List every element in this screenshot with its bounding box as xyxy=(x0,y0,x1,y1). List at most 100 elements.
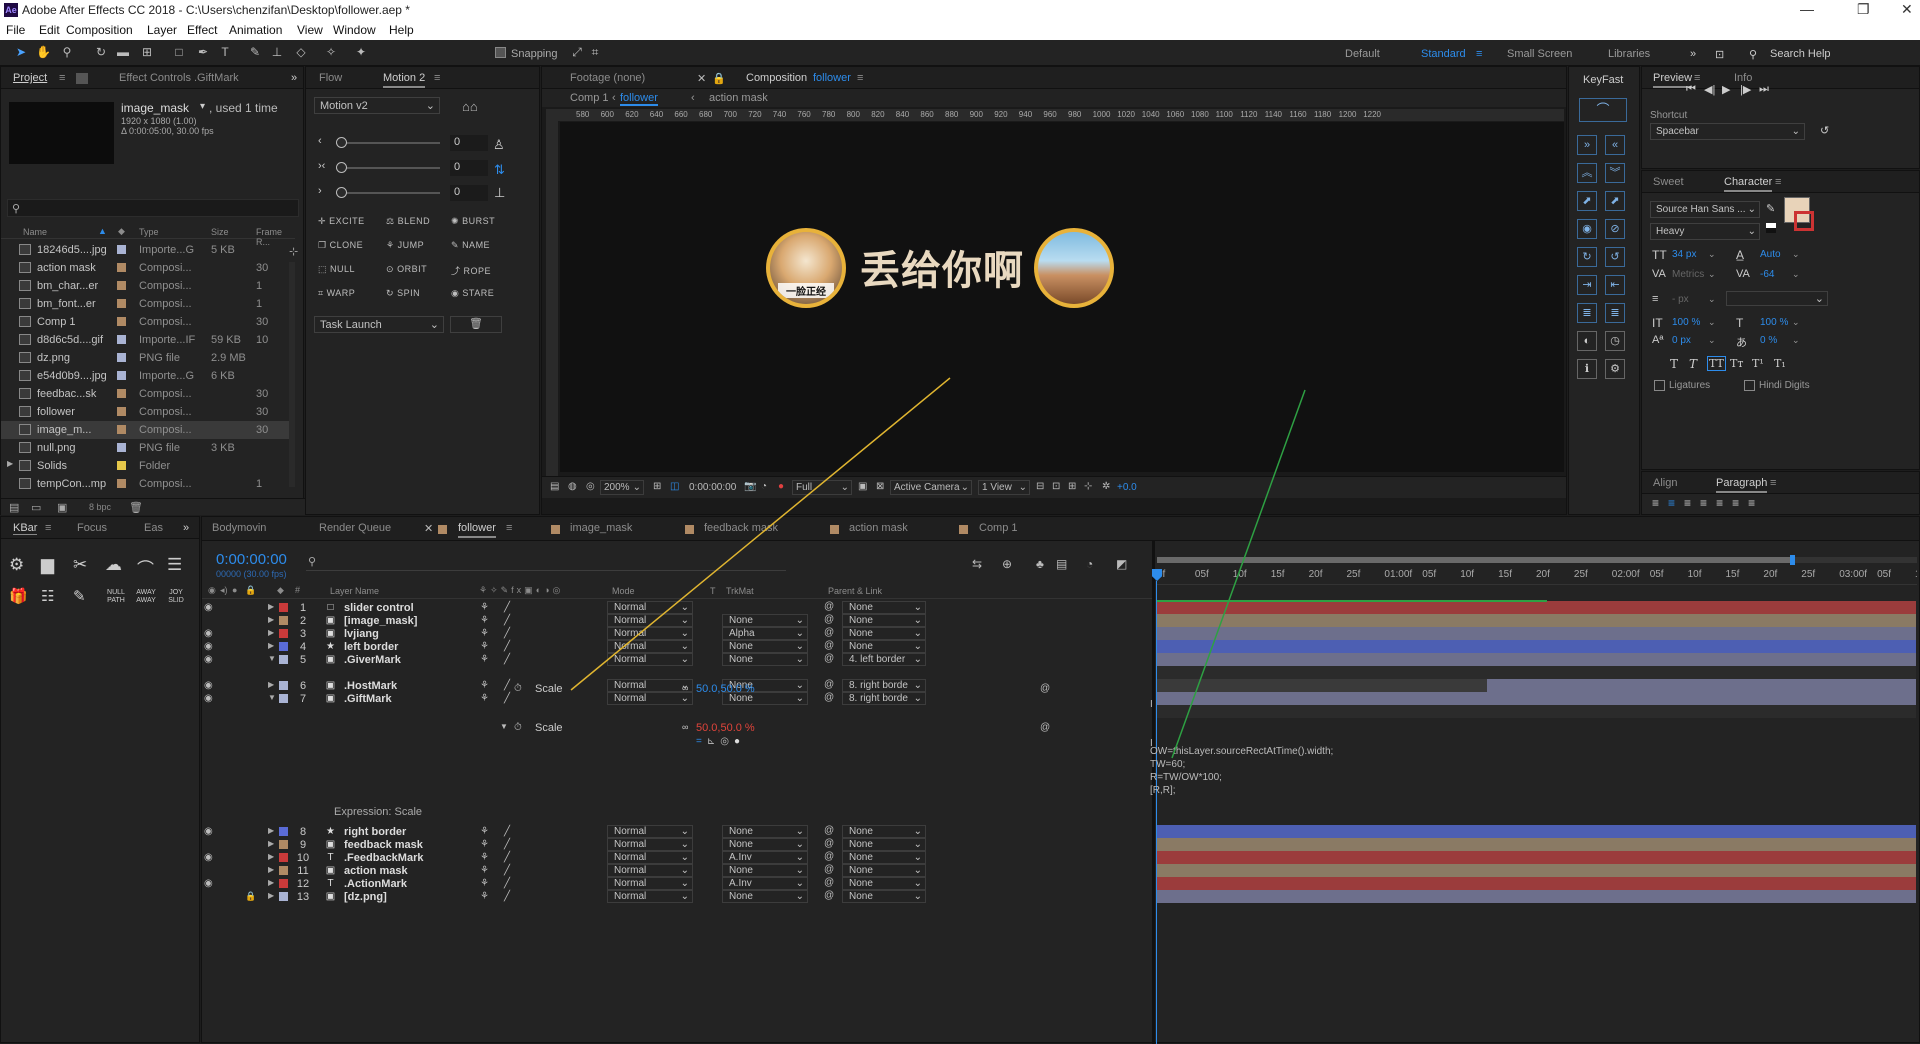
kf-toggle-icon[interactable]: ◐ xyxy=(1577,331,1597,351)
composition-menu-icon[interactable]: ≡ xyxy=(857,72,863,84)
align-left-icon[interactable]: ≡ xyxy=(1652,496,1668,510)
tab-footage[interactable]: Footage (none) xyxy=(570,72,645,84)
col-mode[interactable]: Mode xyxy=(612,586,635,596)
timeline-menu-icon[interactable]: ≡ xyxy=(506,522,512,534)
roto-brush-tool-icon[interactable]: ✧ xyxy=(324,45,338,59)
item-label-swatch[interactable] xyxy=(117,245,126,254)
project-item[interactable]: follower Composi... 30 xyxy=(1,403,295,421)
warp-button[interactable]: ⌗ WARP xyxy=(318,288,355,299)
play-icon[interactable]: ▶ xyxy=(1722,83,1730,96)
faux-bold-icon[interactable]: T xyxy=(1670,357,1678,371)
stare-button[interactable]: ◉ STARE xyxy=(451,288,494,299)
item-label-swatch[interactable] xyxy=(117,389,126,398)
workspace-libraries[interactable]: Libraries xyxy=(1608,48,1650,60)
grid-icon[interactable]: ⊞ xyxy=(653,481,661,492)
layer-duration-bar[interactable] xyxy=(1157,653,1916,666)
ligatures-checkbox[interactable] xyxy=(1654,380,1665,391)
minimize-icon[interactable]: — xyxy=(1800,1,1814,17)
tab-render-queue[interactable]: Render Queue xyxy=(319,522,391,534)
project-item[interactable]: action mask Composi... 30 xyxy=(1,259,295,277)
horizontal-scale-value[interactable]: 100 % xyxy=(1760,317,1788,328)
current-time[interactable]: 0:00:00:00 xyxy=(689,482,736,493)
reset-exposure-icon[interactable]: ✲ xyxy=(1102,481,1110,492)
layer-duration-bar[interactable] xyxy=(1157,825,1916,838)
tsume-value[interactable]: 0 % xyxy=(1760,335,1777,346)
anchor-center-icon[interactable]: ⇅ xyxy=(494,162,505,178)
crumb-action-mask[interactable]: action mask xyxy=(709,92,768,104)
layer-search-input[interactable]: ⚲ xyxy=(306,555,786,571)
project-item[interactable]: ▶ Solids Folder xyxy=(1,457,295,475)
all-caps-icon[interactable]: TT xyxy=(1707,356,1726,371)
exposure-value[interactable]: +0.0 xyxy=(1117,482,1137,493)
safe-zones-icon[interactable]: ◎ xyxy=(586,481,595,492)
burst-button[interactable]: ✺ BURST xyxy=(451,216,495,227)
snapshot-icon[interactable]: 📷 xyxy=(744,481,756,492)
kf-rotate-icon[interactable]: ↻ xyxy=(1577,247,1597,267)
chevron-down-icon[interactable]: ⌄ xyxy=(1792,269,1800,280)
col-layer-name[interactable]: Layer Name xyxy=(330,586,379,596)
font-family-select[interactable]: Source Han Sans ... ⌄ xyxy=(1650,201,1760,218)
ease-curve-button[interactable]: ⌒ xyxy=(1579,98,1627,122)
video-switch-icon[interactable]: ◉ xyxy=(208,585,216,596)
menu-layer[interactable]: Layer xyxy=(147,23,177,37)
layer-duration-bar[interactable] xyxy=(1157,627,1916,640)
pan-behind-tool-icon[interactable]: ⊞ xyxy=(140,45,154,59)
flowchart-icon[interactable]: ⊹ xyxy=(1084,481,1092,492)
snap-options-icon[interactable]: ⤢ xyxy=(570,45,584,59)
item-label-swatch[interactable] xyxy=(117,281,126,290)
vertical-scale-value[interactable]: 100 % xyxy=(1672,317,1700,328)
justify-left-icon[interactable]: ≡ xyxy=(1700,496,1716,510)
kf-graph2-icon[interactable]: ⬈ xyxy=(1605,191,1625,211)
layer-duration-bar[interactable] xyxy=(1157,692,1916,705)
tab-feedback-mask[interactable]: feedback mask xyxy=(704,522,778,534)
chevron-down-icon[interactable]: ⌄ xyxy=(1708,335,1716,346)
item-label-swatch[interactable] xyxy=(117,479,126,488)
null-button[interactable]: ⬚ NULL xyxy=(318,264,355,275)
audio-switch-icon[interactable]: ◂) xyxy=(220,585,228,596)
kf-hidden-icon[interactable]: ⊘ xyxy=(1605,219,1625,239)
project-item[interactable]: image_m... Composi... 30 xyxy=(1,421,295,439)
kf-time-icon[interactable]: ◷ xyxy=(1605,331,1625,351)
item-label-swatch[interactable] xyxy=(117,335,126,344)
project-item[interactable]: e54d0b9....jpg Importe...G 6 KB xyxy=(1,367,295,385)
eraser-tool-icon[interactable]: ◇ xyxy=(294,45,308,59)
item-label-swatch[interactable] xyxy=(117,425,126,434)
crumb-comp1[interactable]: Comp 1 xyxy=(570,92,609,104)
close-tab-icon[interactable]: ✕ xyxy=(697,72,706,85)
col-name[interactable]: Name xyxy=(23,227,47,237)
layer-duration-bar[interactable] xyxy=(1157,877,1916,890)
col-parent[interactable]: Parent & Link xyxy=(828,586,882,596)
crumb-follower[interactable]: follower xyxy=(620,92,658,106)
chevron-down-icon[interactable]: ⌄ xyxy=(1708,317,1716,328)
scissors-icon[interactable]: ✂ xyxy=(73,555,87,575)
tab-character[interactable]: Character xyxy=(1724,176,1773,192)
comp-canvas[interactable]: 一脸正经 丢给你啊 xyxy=(560,122,1564,472)
slider2-value[interactable]: 0 xyxy=(450,160,488,176)
align-right-icon[interactable]: ≡ xyxy=(1684,496,1700,510)
panel-overflow-icon[interactable]: » xyxy=(183,522,189,534)
menu-help[interactable]: Help xyxy=(389,23,414,37)
time-ruler[interactable]: 0f05f10f15f20f25f01:00f05f10f15f20f25f02… xyxy=(1157,565,1917,585)
subscript-icon[interactable]: T₁ xyxy=(1774,357,1786,370)
chevron-down-icon[interactable]: ⌄ xyxy=(1708,249,1716,260)
interpret-footage-icon[interactable]: ▤ xyxy=(9,501,19,514)
kf-ease-out-icon[interactable]: « xyxy=(1605,135,1625,155)
rotate-tool-icon[interactable]: ↻ xyxy=(94,45,108,59)
project-item[interactable]: 18246d5....jpg Importe...G 5 KB xyxy=(1,241,295,259)
prev-frame-icon[interactable]: ◀| xyxy=(1704,83,1715,96)
region-of-interest-icon[interactable]: ▣ xyxy=(858,481,867,492)
black-white-swap-icon[interactable] xyxy=(1766,223,1776,233)
slider1-track[interactable] xyxy=(336,142,440,144)
menu-animation[interactable]: Animation xyxy=(229,23,282,37)
layer-duration-bar[interactable] xyxy=(1157,601,1916,614)
always-preview-icon[interactable]: ▤ xyxy=(550,481,559,492)
project-item[interactable]: dz.png PNG file 2.9 MB xyxy=(1,349,295,367)
tab-bodymovin[interactable]: Bodymovin xyxy=(212,522,266,534)
menu-edit[interactable]: Edit xyxy=(39,23,60,37)
rope-button[interactable]: ⤴ ROPE xyxy=(451,264,491,277)
menu-view[interactable]: View xyxy=(297,23,323,37)
workspace-standard[interactable]: Standard xyxy=(1421,48,1466,60)
kf-up-icon[interactable]: ︽ xyxy=(1577,163,1597,183)
tab-composition-name[interactable]: follower xyxy=(813,72,851,84)
layer-duration-bar[interactable] xyxy=(1157,614,1916,627)
